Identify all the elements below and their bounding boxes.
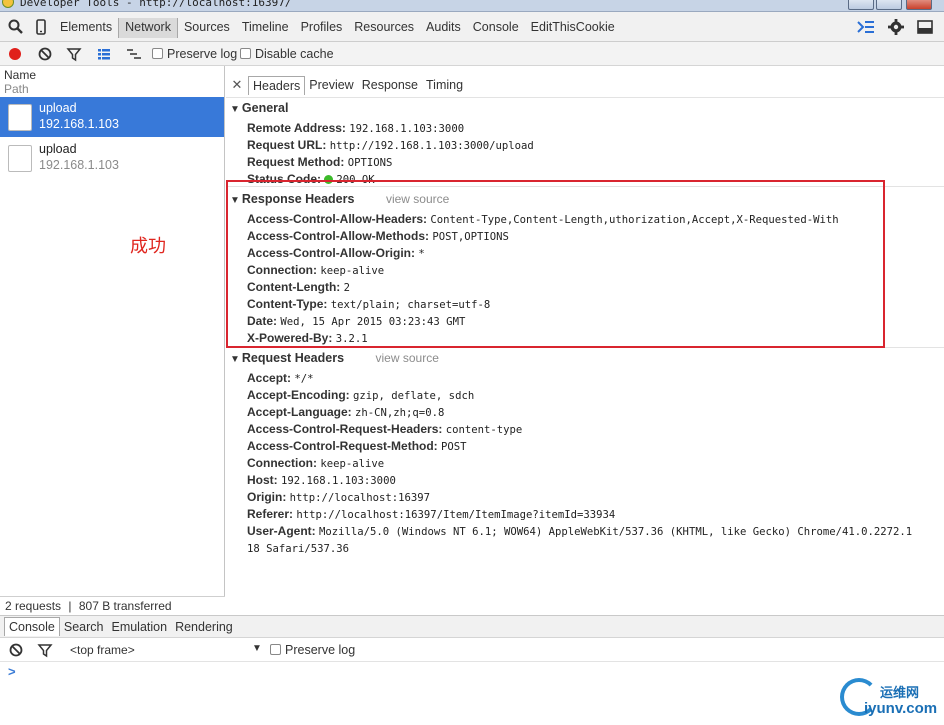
tab-network[interactable]: Network (118, 18, 178, 38)
triangle-down-icon: ▼ (230, 104, 240, 115)
general-section-header[interactable]: ▼ General (230, 101, 288, 115)
request-host: 192.168.1.103 (39, 158, 119, 172)
summary-separator: | (68, 599, 72, 613)
filter-icon[interactable] (66, 46, 82, 62)
chrome-icon (2, 0, 14, 8)
console-filter-icon[interactable] (37, 642, 53, 658)
header-row: User-Agent: Mozilla/5.0 (Windows NT 6.1;… (247, 524, 913, 538)
disable-cache-label: Disable cache (255, 47, 334, 61)
header-row: Host: 192.168.1.103:3000 (247, 473, 396, 487)
close-details-icon[interactable]: ✕ (226, 77, 248, 93)
close-window-button[interactable] (906, 0, 932, 10)
tab-response[interactable]: Response (358, 76, 422, 94)
tab-timeline[interactable]: Timeline (236, 18, 295, 38)
chevron-down-icon: ▼ (252, 643, 262, 654)
overview-icon[interactable] (126, 46, 142, 62)
header-row: Accept: */* (247, 371, 314, 385)
drawer-tab-search[interactable]: Search (60, 618, 108, 636)
maximize-button[interactable] (876, 0, 902, 10)
tab-timing[interactable]: Timing (422, 76, 467, 94)
request-name: upload (39, 101, 77, 115)
devtools-toolbar: Elements Network Sources Timeline Profil… (0, 12, 944, 42)
success-annotation: 成功 (130, 236, 166, 257)
dock-side-icon[interactable] (915, 18, 935, 36)
tab-headers[interactable]: Headers (248, 75, 306, 95)
watermark-cn-text: 运维网 (880, 686, 920, 701)
details-tabs: ✕ Headers Preview Response Timing (226, 74, 467, 96)
request-host: 192.168.1.103 (39, 117, 119, 131)
frame-select-value: <top frame> (70, 643, 135, 657)
header-row: Accept-Encoding: gzip, deflate, sdch (247, 388, 475, 402)
tabs-divider (226, 97, 944, 98)
large-rows-icon[interactable] (96, 46, 112, 62)
transferred-size: 807 B transferred (78, 599, 172, 613)
console-preserve-log-checkbox[interactable] (270, 644, 281, 655)
header-row: Referer: http://localhost:16397/Item/Ite… (247, 507, 616, 521)
header-row: Request Method: OPTIONS (247, 155, 393, 169)
document-icon (8, 104, 32, 131)
drawer-tab-rendering[interactable]: Rendering (171, 618, 237, 636)
header-row: Access-Control-Request-Headers: content-… (247, 422, 523, 436)
drawer-tab-emulation[interactable]: Emulation (107, 618, 171, 636)
console-preserve-log-label: Preserve log (285, 643, 356, 657)
tab-preview[interactable]: Preview (305, 76, 357, 94)
clear-console-icon[interactable] (8, 642, 24, 658)
gear-icon[interactable] (886, 18, 906, 36)
network-toolbar: Preserve log Disable cache (0, 42, 944, 66)
name-column-label: Name (4, 68, 37, 82)
triangle-down-icon: ▼ (230, 354, 240, 365)
requests-panel: Name Path upload 192.168.1.103 upload 19… (0, 66, 225, 614)
window-title-bar: Developer Tools - http://localhost:16397… (0, 0, 944, 12)
drawer-tabs: Console Search Emulation Rendering (0, 615, 944, 638)
panel-tabs: Elements Network Sources Timeline Profil… (54, 18, 621, 38)
watermark-en-text: iyunv.com (864, 700, 938, 717)
header-row: Request URL: http://192.168.1.103:3000/u… (247, 138, 534, 152)
network-summary: 2 requests | 807 B transferred (0, 596, 225, 614)
tab-resources[interactable]: Resources (348, 18, 420, 38)
tab-sources[interactable]: Sources (178, 18, 236, 38)
request-count: 2 requests (5, 599, 62, 613)
window-title: Developer Tools - http://localhost:16397… (20, 0, 292, 9)
search-icon[interactable] (7, 18, 25, 36)
disable-cache-checkbox[interactable] (240, 48, 251, 59)
request-row[interactable]: upload 192.168.1.103 (0, 138, 224, 178)
console-prompt-icon[interactable]: > (8, 664, 16, 679)
clear-icon[interactable] (37, 46, 53, 62)
drawer-tab-console[interactable]: Console (4, 617, 60, 636)
tab-elements[interactable]: Elements (54, 18, 118, 38)
record-icon[interactable] (7, 46, 23, 62)
highlight-box (226, 180, 885, 348)
request-row[interactable]: upload 192.168.1.103 (0, 97, 224, 137)
header-row: Remote Address: 192.168.1.103:3000 (247, 121, 465, 135)
document-icon (8, 145, 32, 172)
show-drawer-icon[interactable] (856, 18, 876, 36)
device-mode-icon[interactable] (32, 18, 50, 36)
header-row-continuation: 18 Safari/537.36 (247, 543, 350, 555)
minimize-button[interactable] (848, 0, 874, 10)
watermark-logo: 运维网 iyunv.com (840, 678, 940, 722)
tab-profiles[interactable]: Profiles (295, 18, 349, 38)
path-column-label: Path (4, 82, 29, 96)
header-row: Accept-Language: zh-CN,zh;q=0.8 (247, 405, 445, 419)
tab-editthiscookie[interactable]: EditThisCookie (525, 18, 621, 38)
header-row: Origin: http://localhost:16397 (247, 490, 430, 504)
header-row: Connection: keep-alive (247, 456, 385, 470)
frame-select[interactable]: <top frame> ▼ (70, 643, 265, 657)
request-headers-section-header[interactable]: ▼ Request Headers view source (230, 351, 439, 365)
preserve-log-checkbox[interactable] (152, 48, 163, 59)
preserve-log-label: Preserve log (167, 47, 238, 61)
request-name: upload (39, 142, 77, 156)
console-toolbar: <top frame> ▼ Preserve log (0, 638, 944, 662)
tab-audits[interactable]: Audits (420, 18, 467, 38)
request-view-source-link[interactable]: view source (376, 351, 439, 365)
header-row: Access-Control-Request-Method: POST (247, 439, 467, 453)
tab-console[interactable]: Console (467, 18, 525, 38)
requests-column-header[interactable]: Name Path (4, 68, 36, 96)
